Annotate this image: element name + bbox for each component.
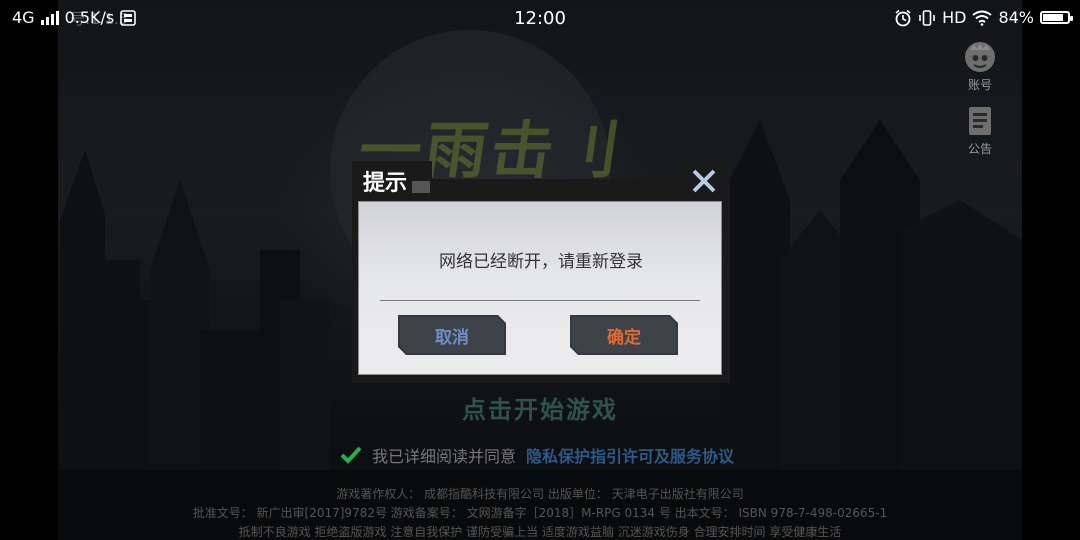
account-label: 账号 (967, 78, 992, 92)
network-disconnected-dialog: 提示 网络已经断开，请重新登录 取消 确定 (352, 161, 730, 383)
confirm-button[interactable]: 确定 (570, 315, 678, 355)
legal-line-1: 游戏著作权人： 成都指酷科技有限公司 出版单位： 天津电子出版社有限公司 (336, 487, 744, 501)
cancel-label: 取消 (435, 327, 469, 348)
hd-indicator: HD (942, 8, 967, 27)
account-icon (965, 42, 995, 72)
check-icon (340, 446, 362, 464)
close-icon (692, 169, 716, 193)
dialog-title: 提示 (363, 170, 408, 196)
vibrate-icon (919, 9, 935, 26)
account-button[interactable]: 账号 (955, 40, 1005, 93)
dialog-message: 网络已经断开，请重新登录 (439, 252, 643, 272)
legal-line-3: 抵制不良游戏 拒绝盗版游戏 注意自我保护 谨防受骗上当 适度游戏益脑 沉迷游戏伤… (238, 525, 842, 539)
agreement-row: 我已详细阅读并同意 隐私保护指引许可及服务协议 (340, 443, 734, 467)
privacy-agreement-link[interactable]: 隐私保护指引许可及服务协议 (526, 443, 734, 467)
title-accent (412, 181, 430, 193)
battery-icon (1040, 11, 1073, 24)
start-game-button[interactable]: 点击开始游戏 (0, 390, 1080, 425)
announcement-icon (969, 107, 991, 135)
announcement-label: 公告 (967, 142, 992, 156)
dialog-divider (380, 300, 700, 301)
close-button[interactable] (682, 161, 726, 201)
battery-percent: 84% (998, 8, 1034, 27)
cancel-button[interactable]: 取消 (398, 315, 506, 355)
dialog-title-tab: 提示 (352, 161, 432, 199)
wifi-icon (972, 10, 993, 26)
agree-text: 我已详细阅读并同意 (372, 447, 517, 466)
confirm-label: 确定 (607, 327, 641, 348)
alarm-icon (895, 9, 911, 26)
legal-line-2: 批准文号： 新广出审[2017]9782号 游戏备案号： 文网游备字［2018］… (192, 506, 888, 520)
announcement-button[interactable]: 公告 (955, 104, 1005, 157)
agree-checkbox[interactable] (340, 445, 362, 465)
status-bar: 4G 0.5K/s 12:00 HD 84% (0, 0, 1080, 36)
